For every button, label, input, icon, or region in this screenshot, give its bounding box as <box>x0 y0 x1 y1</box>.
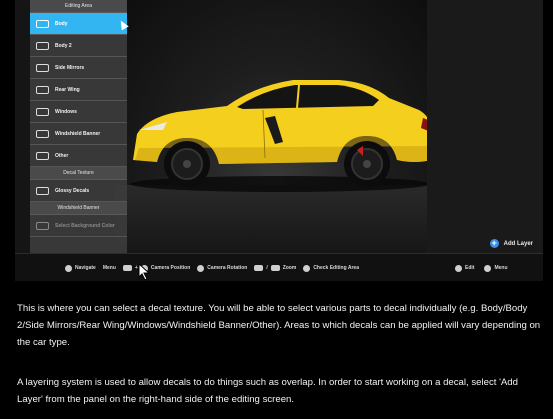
decal-texture-header: Decal Texture <box>30 167 127 180</box>
window-icon <box>36 107 49 116</box>
car-body-icon <box>36 19 49 28</box>
menu-item-background-color[interactable]: Select Background Color <box>30 215 127 237</box>
menu-item-glossy-decals[interactable]: Glossy Decals <box>30 180 127 202</box>
hand-cursor-icon <box>138 263 151 281</box>
hint-check-editing-area: Check Editing Area <box>303 264 359 272</box>
windshield-banner-header: Windshield Banner <box>30 202 127 215</box>
description-paragraph-1: This is where you can select a decal tex… <box>17 303 541 348</box>
menu-item-side-mirrors[interactable]: Side Mirrors <box>30 57 127 79</box>
windshield-icon <box>36 129 49 138</box>
r2-button-icon <box>270 265 280 271</box>
menu-item-label: Windshield Banner <box>55 130 101 137</box>
game-editor-screenshot: + Add Layer Navigate Menu + Camera Posit… <box>15 0 543 281</box>
editing-area-header: Editing Area <box>30 0 127 13</box>
options-button-icon <box>484 264 492 272</box>
editing-area-menu: Editing Area Body Body 2 Side Mirrors Re… <box>30 0 127 253</box>
slash-separator: / <box>266 265 268 271</box>
check-editing-area-label: Check Editing Area <box>313 265 359 271</box>
hint-camera-rotation: Camera Rotation <box>197 264 248 272</box>
body2-icon <box>36 41 49 50</box>
l2-button-icon <box>254 265 264 271</box>
camera-rotation-label: Camera Rotation <box>207 265 248 271</box>
menu-item-label: Side Mirrors <box>55 64 85 71</box>
menu-item-label: Glossy Decals <box>55 187 90 194</box>
wing-icon <box>36 85 49 94</box>
controls-hint-bar: Navigate Menu + Camera Position Camera R… <box>15 253 543 281</box>
menu-item-windows[interactable]: Windows <box>30 101 127 123</box>
right-stick-icon <box>197 264 205 272</box>
plus-icon: + <box>489 238 499 248</box>
edit-label: Edit <box>465 265 475 271</box>
layer-panel: + Add Layer <box>427 0 543 253</box>
description-paragraph-2: A layering system is used to allow decal… <box>17 377 518 405</box>
zoom-label: Zoom <box>282 265 297 271</box>
controller-button-icon <box>122 265 132 271</box>
triangle-button-icon <box>303 264 311 272</box>
decal-icon <box>36 186 49 195</box>
menu-item-body[interactable]: Body <box>30 13 127 35</box>
hint-edit: Edit <box>455 264 475 272</box>
menu-item-body-2[interactable]: Body 2 <box>30 35 127 57</box>
other-icon <box>36 151 49 160</box>
menu-item-label: Other <box>55 152 69 159</box>
yellow-sports-car <box>130 80 433 192</box>
menu-hint-label: Menu <box>102 265 116 271</box>
hint-camera-position: + Camera Position <box>122 264 191 272</box>
menu-item-windshield-banner[interactable]: Windshield Banner <box>30 123 127 145</box>
paint-icon <box>36 221 49 230</box>
hint-navigate: Navigate <box>65 264 96 272</box>
add-layer-label: Add Layer <box>503 240 533 247</box>
hint-menu: Menu <box>103 265 116 271</box>
menu-item-label: Body 2 <box>55 42 72 49</box>
menu-item-label: Rear Wing <box>55 86 80 93</box>
menu-item-other[interactable]: Other <box>30 145 127 167</box>
menu-item-label: Windows <box>55 108 77 115</box>
menu-label: Menu <box>494 265 508 271</box>
dpad-icon <box>65 264 72 272</box>
menu-item-label: Select Background Color <box>55 222 115 229</box>
menu-item-rear-wing[interactable]: Rear Wing <box>30 79 127 101</box>
hint-menu-right: Menu <box>484 264 508 272</box>
menu-item-label: Body <box>55 20 68 27</box>
camera-position-label: Camera Position <box>150 265 191 271</box>
hint-zoom: / Zoom <box>254 265 296 271</box>
mirror-icon <box>36 63 49 72</box>
navigate-label: Navigate <box>75 265 96 271</box>
add-layer-button[interactable]: + Add Layer <box>489 238 533 248</box>
cross-button-icon <box>455 264 462 272</box>
studio-floor <box>115 185 435 253</box>
